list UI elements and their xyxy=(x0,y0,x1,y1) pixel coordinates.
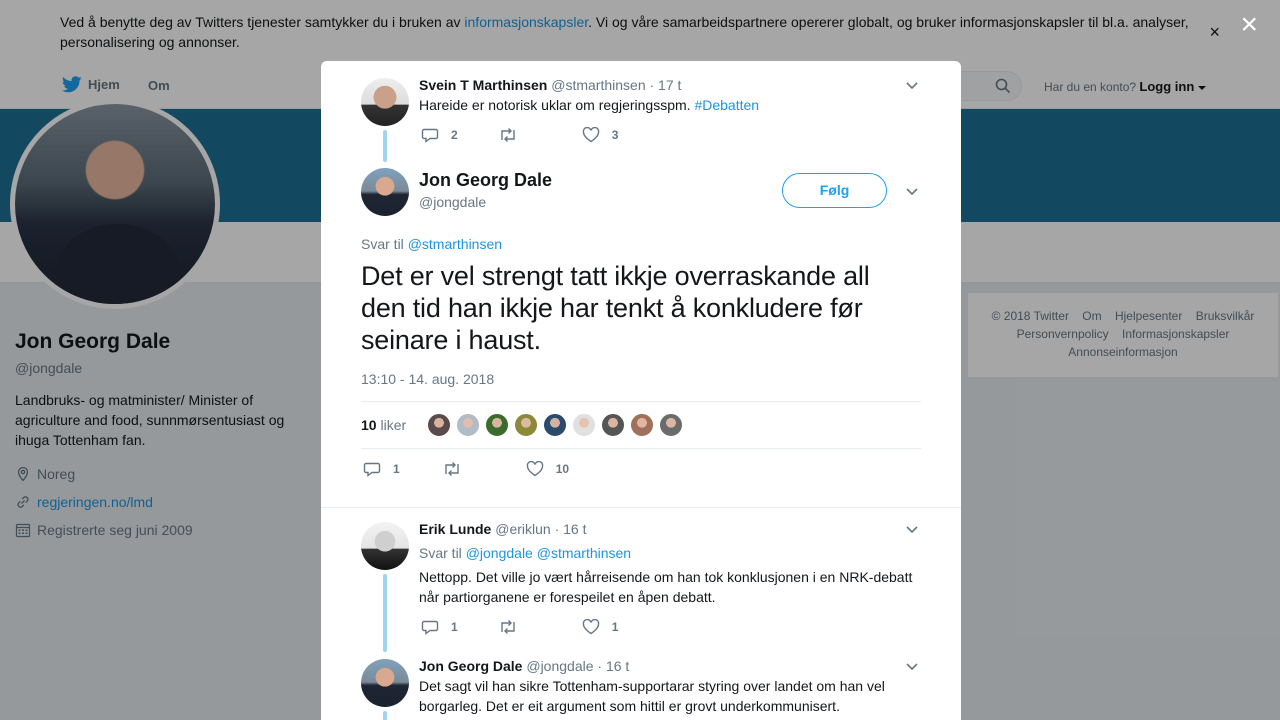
main-tweet-author-handle[interactable]: @jongdale xyxy=(419,194,486,210)
tweet-time[interactable]: · 17 t xyxy=(650,77,682,93)
tweet-header: Svein T Marthinsen @stmarthinsen · 17 t xyxy=(419,77,681,93)
tweet-actions: 2 3 xyxy=(421,127,618,143)
main-tweet-text: Det er vel strengt tatt ikkje overraskan… xyxy=(361,261,870,355)
like-count: 3 xyxy=(611,128,619,142)
mention-link[interactable]: @stmarthinsen xyxy=(408,236,502,252)
reply-count: 1 xyxy=(393,462,400,476)
like-count: 1 xyxy=(611,620,619,634)
chevron-down-icon[interactable] xyxy=(904,658,920,674)
avatar[interactable] xyxy=(361,659,409,707)
reply-button[interactable]: 2 xyxy=(421,127,458,143)
close-modal-button[interactable]: × xyxy=(1240,10,1258,40)
reply-context: Svar til @jongdale @stmarthinsen xyxy=(419,545,631,561)
reply-button[interactable]: 1 xyxy=(363,461,400,477)
reply-prefix: Svar til xyxy=(419,545,466,561)
tweet-author-handle[interactable]: @eriklun xyxy=(495,521,550,537)
liker-avatar[interactable] xyxy=(427,413,451,437)
tweet-actions: 1 10 xyxy=(363,461,569,477)
tweet-text: Nettopp. Det ville jo vært hårreisende o… xyxy=(419,569,913,605)
like-button[interactable]: 10 xyxy=(526,461,569,477)
avatar[interactable] xyxy=(361,78,409,126)
hashtag-link[interactable]: #Debatten xyxy=(694,97,759,113)
heart-icon xyxy=(582,127,599,143)
liker-avatars xyxy=(427,413,683,437)
tweet-modal: Svein T Marthinsen @stmarthinsen · 17 t … xyxy=(321,61,961,720)
tweet-author-name[interactable]: Erik Lunde xyxy=(419,521,491,537)
liker-avatar[interactable] xyxy=(572,413,596,437)
avatar[interactable] xyxy=(361,522,409,570)
chevron-down-icon[interactable] xyxy=(904,521,920,537)
likes-summary-label: liker xyxy=(376,417,407,433)
like-count: 10 xyxy=(555,462,570,476)
reply-button[interactable]: 1 xyxy=(421,619,458,635)
tweet-time[interactable]: · 16 t xyxy=(597,658,629,674)
reply-icon xyxy=(421,620,439,635)
thread-line xyxy=(383,130,387,162)
tweet-text-body: Hareide er notorisk uklar om regjeringss… xyxy=(419,97,695,113)
tweet-text: Det sagt vil han sikre Tottenham-support… xyxy=(419,678,885,714)
liker-avatar[interactable] xyxy=(514,413,538,437)
likes-summary[interactable]: 10 liker xyxy=(361,417,406,433)
tweet-author-handle[interactable]: @jongdale xyxy=(526,658,593,674)
heart-icon xyxy=(526,461,543,477)
likes-summary-count: 10 xyxy=(361,417,377,433)
divider xyxy=(321,498,961,508)
liker-avatar[interactable] xyxy=(456,413,480,437)
main-tweet-timestamp[interactable]: 13:10 - 14. aug. 2018 xyxy=(361,371,494,387)
retweet-button[interactable] xyxy=(498,127,530,143)
tweet-header: Erik Lunde @eriklun · 16 t xyxy=(419,521,587,537)
tweet-stats: 10 liker xyxy=(361,401,921,449)
retweet-button[interactable] xyxy=(442,461,474,477)
liker-avatar[interactable] xyxy=(543,413,567,437)
like-button[interactable]: 1 xyxy=(582,619,619,635)
mention-link[interactable]: @stmarthinsen xyxy=(537,545,631,561)
chevron-down-icon[interactable] xyxy=(904,77,920,93)
follow-button[interactable]: Følg xyxy=(782,173,887,208)
liker-avatar[interactable] xyxy=(630,413,654,437)
reply-count: 2 xyxy=(451,128,458,142)
tweet-author-name[interactable]: Jon Georg Dale xyxy=(419,658,522,674)
main-tweet-author-name[interactable]: Jon Georg Dale xyxy=(419,170,552,191)
reply-icon xyxy=(363,462,381,477)
tweet-author-handle[interactable]: @stmarthinsen xyxy=(551,77,645,93)
retweet-icon xyxy=(500,128,515,142)
avatar[interactable] xyxy=(361,168,409,216)
thread-line xyxy=(383,711,387,720)
reply-icon xyxy=(421,128,439,143)
tweet-actions: 1 1 xyxy=(421,619,618,635)
mention-link[interactable]: @jongdale xyxy=(466,545,533,561)
reply-context: Svar til @stmarthinsen xyxy=(361,236,502,252)
retweet-button[interactable] xyxy=(498,619,530,635)
tweet-author-name[interactable]: Svein T Marthinsen xyxy=(419,77,547,93)
reply-prefix: Svar til xyxy=(361,236,408,252)
liker-avatar[interactable] xyxy=(601,413,625,437)
like-button[interactable]: 3 xyxy=(582,127,619,143)
chevron-down-icon[interactable] xyxy=(904,183,920,199)
liker-avatar[interactable] xyxy=(659,413,683,437)
thread-line xyxy=(383,574,387,652)
tweet-time[interactable]: · 16 t xyxy=(555,521,587,537)
liker-avatar[interactable] xyxy=(485,413,509,437)
tweet-text: Hareide er notorisk uklar om regjeringss… xyxy=(419,95,919,115)
heart-icon xyxy=(582,619,599,635)
retweet-icon xyxy=(444,462,459,476)
reply-count: 1 xyxy=(451,620,458,634)
tweet-header: Jon Georg Dale @jongdale · 16 t xyxy=(419,658,629,674)
retweet-icon xyxy=(500,620,515,634)
